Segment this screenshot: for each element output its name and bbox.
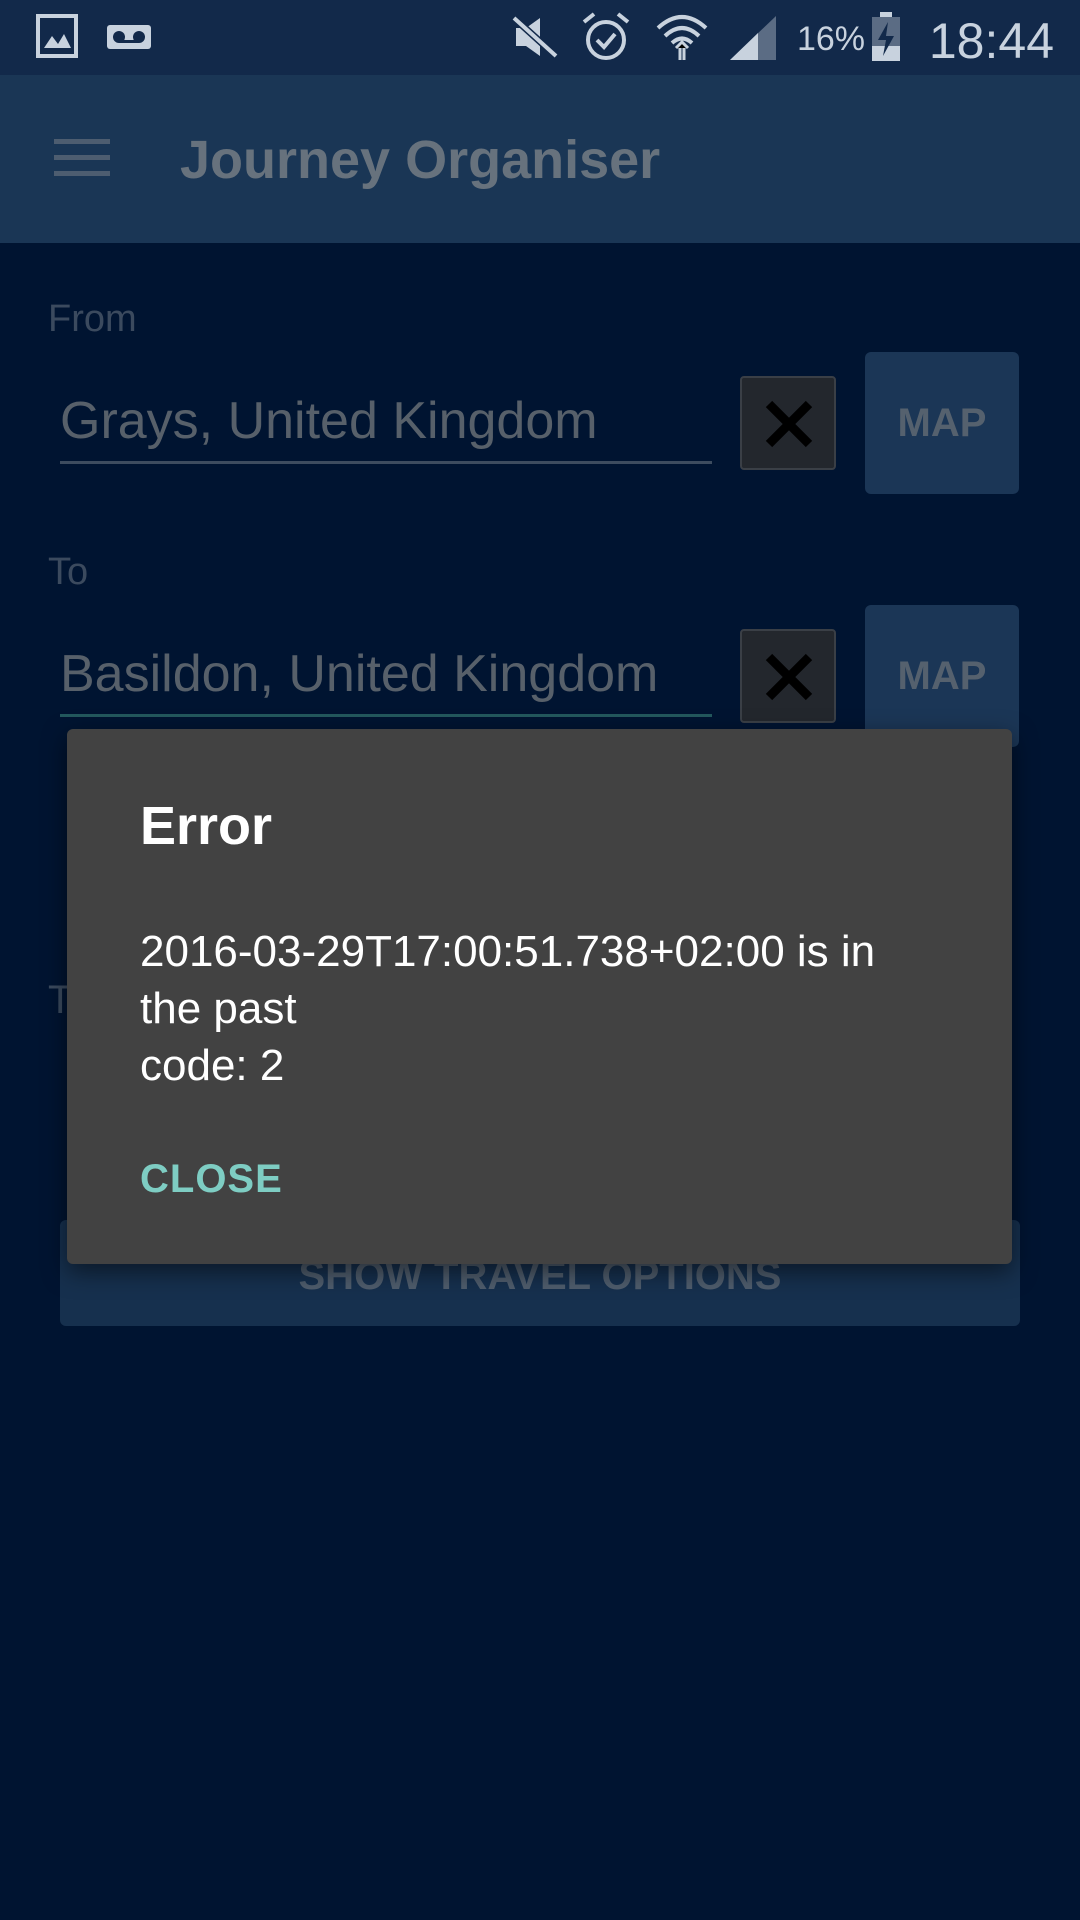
status-bar: 16% 18:44 xyxy=(0,0,1080,75)
to-clear-button[interactable] xyxy=(740,629,836,723)
app-title: Journey Organiser xyxy=(180,130,661,190)
to-input[interactable]: Basildon, United Kingdom xyxy=(60,641,712,717)
close-icon xyxy=(765,400,813,448)
dialog-message-line: 2016-03-29T17:00:51.738+02:00 is in xyxy=(140,927,876,976)
to-label: To xyxy=(48,551,89,593)
signal-icon xyxy=(728,14,778,65)
battery-charging-icon xyxy=(870,12,902,67)
menu-icon[interactable] xyxy=(52,133,112,181)
voicemail-icon xyxy=(106,24,152,55)
close-icon xyxy=(765,653,813,701)
dialog-title: Error xyxy=(140,796,273,856)
dialog-message: 2016-03-29T17:00:51.738+02:00 is in the … xyxy=(140,923,970,1094)
from-input[interactable]: Grays, United Kingdom xyxy=(60,388,712,464)
dialog-message-line: the past xyxy=(140,984,297,1033)
dialog-close-button[interactable]: CLOSE xyxy=(140,1157,283,1202)
mute-icon xyxy=(510,14,560,65)
from-label: From xyxy=(48,298,137,340)
error-dialog: Error 2016-03-29T17:00:51.738+02:00 is i… xyxy=(67,729,1012,1264)
app-bar: Journey Organiser xyxy=(0,75,1080,243)
dialog-message-line: code: 2 xyxy=(140,1041,285,1090)
from-clear-button[interactable] xyxy=(740,376,836,470)
to-map-button[interactable]: MAP xyxy=(865,605,1019,747)
status-time: 18:44 xyxy=(928,13,1054,69)
image-icon xyxy=(36,14,78,63)
battery-percent: 16% xyxy=(796,20,865,58)
wifi-icon xyxy=(656,10,708,67)
from-map-button[interactable]: MAP xyxy=(865,352,1019,494)
alarm-icon xyxy=(582,12,630,67)
